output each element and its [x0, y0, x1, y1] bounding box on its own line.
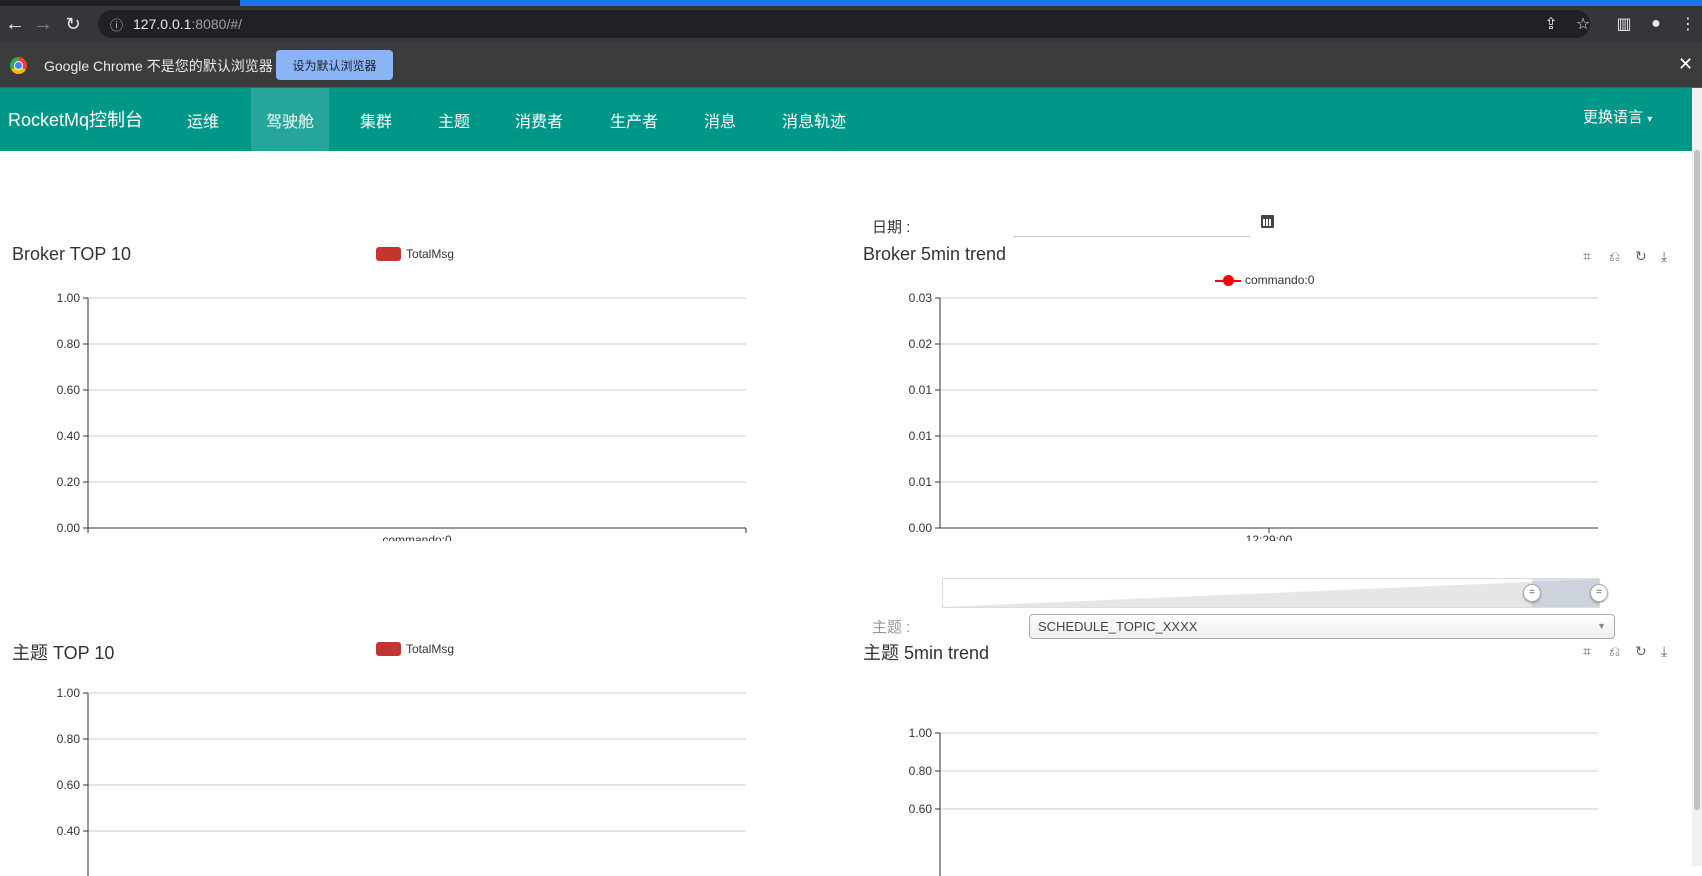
topic-top10-legend[interactable]: TotalMsg	[376, 642, 454, 656]
url-host: 127.0.0.1	[133, 16, 192, 32]
broker-top10-legend[interactable]: TotalMsg	[376, 247, 454, 261]
nav-item-topic[interactable]: 主题	[438, 88, 470, 151]
zoom-reset-icon[interactable]: ⎌	[1609, 644, 1623, 658]
infobar-message: Google Chrome 不是您的默认浏览器	[44, 58, 273, 74]
broker-5min-trend-title: Broker 5min trend	[863, 244, 1007, 264]
refresh-icon[interactable]: ↻	[1635, 249, 1649, 263]
y-tick-label: 0.80	[57, 732, 81, 746]
scrollbar-thumb[interactable]	[1694, 150, 1700, 810]
app-navbar: RocketMq控制台 运维 驾驶舱 集群 主题 消费者 生产者 消息 消息轨迹…	[0, 88, 1692, 151]
default-browser-infobar: Google Chrome 不是您的默认浏览器 设为默认浏览器 ✕	[0, 42, 1702, 88]
share-icon[interactable]: ⇪	[1538, 6, 1564, 42]
nav-item-cluster[interactable]: 集群	[360, 88, 392, 151]
topic-label: 主题 :	[872, 619, 911, 636]
y-tick-label: 0.60	[57, 383, 81, 397]
y-tick-label: 0.80	[57, 337, 81, 351]
y-tick-label: 0.01	[909, 475, 933, 489]
y-tick-label: 0.02	[909, 337, 933, 351]
legend-label: TotalMsg	[406, 642, 455, 656]
y-tick-label: 0.40	[57, 429, 81, 443]
legend-label: TotalMsg	[406, 247, 455, 261]
set-default-browser-button[interactable]: 设为默认浏览器	[276, 50, 393, 80]
data-zoom-handle-right[interactable]: =	[1590, 584, 1608, 602]
forward-icon[interactable]: →	[28, 6, 58, 42]
reload-icon[interactable]: ↻	[58, 6, 88, 42]
chrome-logo-icon	[10, 57, 27, 74]
nav-item-producer[interactable]: 生产者	[610, 88, 658, 151]
zoom-reset-icon[interactable]: ⎌	[1609, 249, 1623, 263]
download-icon[interactable]: ⤓	[1661, 644, 1675, 658]
zoom-icon[interactable]: ⌗	[1583, 644, 1597, 658]
y-tick-label: 1.00	[57, 291, 81, 305]
download-icon[interactable]: ⤓	[1661, 249, 1675, 263]
refresh-icon[interactable]: ↻	[1635, 644, 1649, 658]
language-label: 更换语言	[1583, 109, 1644, 126]
dashboard-content: 日期 : Broker TOP 10 TotalMsg 1.00 0.80 0.60…	[0, 151, 1692, 876]
url-path: :8080/#/	[191, 16, 243, 32]
y-tick-label: 1.00	[57, 686, 81, 700]
y-tick-label: 0.00	[909, 521, 933, 535]
y-tick-label: 0.60	[57, 778, 81, 792]
topic-5min-trend-title: 主题 5min trend	[863, 643, 990, 663]
topic-top10-title: 主题 TOP 10	[12, 643, 115, 663]
close-icon[interactable]: ✕	[1678, 54, 1693, 75]
data-zoom-handle-left[interactable]: =	[1523, 584, 1541, 602]
x-tick-label: commando:0	[382, 533, 452, 541]
back-icon[interactable]: ←	[0, 6, 30, 42]
bookmark-star-icon[interactable]: ☆	[1570, 6, 1596, 42]
date-label: 日期 :	[872, 219, 911, 236]
topic-select[interactable]: SCHEDULE_TOPIC_XXXX ▼	[1029, 614, 1615, 639]
brand-title[interactable]: RocketMq控制台	[8, 106, 143, 132]
y-tick-label: 0.00	[57, 521, 81, 535]
y-tick-label: 0.80	[909, 764, 933, 778]
legend-swatch	[376, 642, 401, 656]
y-tick-label: 0.01	[909, 429, 933, 443]
data-zoom-selection[interactable]	[1532, 579, 1599, 607]
nav-item-dashboard[interactable]: 驾驶舱	[251, 88, 329, 151]
date-input[interactable]	[1013, 207, 1250, 237]
legend-swatch	[376, 247, 401, 261]
browser-toolbar: ← → ↻ ⓘ 127.0.0.1 :8080/#/ ⇪ ☆ ▥ ● ⋮	[0, 6, 1702, 42]
data-zoom-slider[interactable]: = =	[942, 578, 1608, 608]
nav-item-ops[interactable]: 运维	[187, 88, 227, 151]
side-panel-icon[interactable]: ▥	[1611, 6, 1637, 42]
broker-top10-title: Broker TOP 10	[12, 244, 132, 264]
y-tick-label: 0.03	[909, 291, 933, 305]
address-bar[interactable]: ⓘ 127.0.0.1 :8080/#/	[98, 10, 1590, 38]
profile-icon[interactable]: ●	[1643, 6, 1669, 42]
language-dropdown[interactable]: 更换语言 ▾	[1583, 106, 1652, 127]
chevron-down-icon: ▼	[1597, 621, 1606, 631]
nav-item-consumer[interactable]: 消费者	[515, 88, 563, 151]
y-tick-label: 0.01	[909, 383, 933, 397]
broker-trend-toolbox: ⌗ ⎌ ↻ ⤓	[1583, 249, 1675, 263]
x-tick-label: 12:29:00	[1246, 533, 1293, 541]
broker-5min-trend-chart: 0.03 0.02 0.01 0.01 0.01 0.00 12:29:00	[909, 291, 1598, 541]
topic-select-value: SCHEDULE_TOPIC_XXXX	[1038, 619, 1198, 634]
topic-trend-toolbox: ⌗ ⎌ ↻ ⤓	[1583, 644, 1675, 658]
broker-top10-chart: 1.00 0.80 0.60 0.40 0.20 0.00 commando:0	[57, 291, 747, 541]
page-scrollbar[interactable]	[1692, 88, 1702, 866]
menu-kebab-icon[interactable]: ⋮	[1675, 6, 1701, 42]
y-tick-label: 1.00	[909, 726, 933, 740]
y-tick-label: 0.40	[57, 824, 81, 838]
y-tick-label: 0.20	[57, 475, 81, 489]
y-tick-label: 0.60	[909, 802, 933, 816]
nav-item-message[interactable]: 消息	[704, 88, 736, 151]
topic-top10-chart: 1.00 0.80 0.60 0.40	[57, 686, 746, 876]
topic-5min-trend-chart: 1.00 0.80 0.60	[909, 726, 1598, 876]
zoom-icon[interactable]: ⌗	[1583, 249, 1597, 263]
calendar-icon[interactable]	[1261, 215, 1274, 228]
site-info-icon[interactable]: ⓘ	[110, 15, 123, 34]
caret-down-icon: ▾	[1647, 114, 1653, 125]
nav-item-message-trace[interactable]: 消息轨迹	[782, 88, 846, 151]
